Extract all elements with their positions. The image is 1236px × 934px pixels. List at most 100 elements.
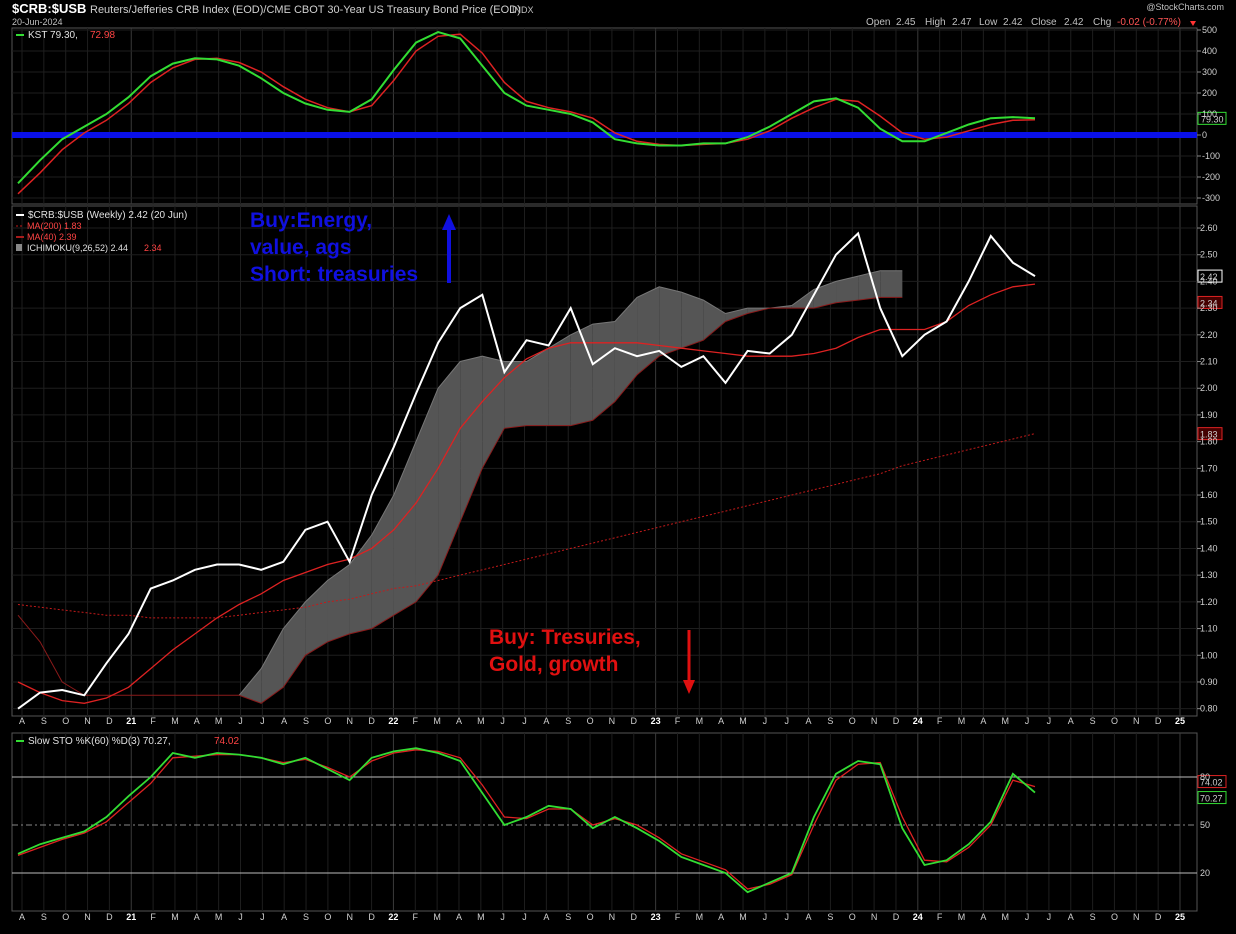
ichimoku-cloud-segment [460,356,483,522]
x-tick-label: M [1001,912,1009,922]
kst-legend: KST 79.30, 72.98 [16,30,115,41]
x-tick-label: M [171,912,179,922]
x-tick-label: O [62,716,69,726]
x-tick-label: S [303,912,309,922]
x-tick-label: J [500,716,505,726]
x-tick-label: J [260,716,265,726]
price-y-tick-label: 1.20 [1200,597,1218,607]
x-tick-label: A [543,716,549,726]
x-tick-label: 24 [913,716,923,726]
kst-layer: 79.30 [12,31,1227,195]
x-tick-label: S [565,912,571,922]
x-tick-label: D [631,716,638,726]
x-tick-label: M [696,716,704,726]
x-tick-label: 25 [1175,912,1185,922]
price-y-tick-label: 1.50 [1200,517,1218,527]
x-tick-label: N [871,912,878,922]
x-tick-label: S [41,716,47,726]
x-tick-label: M [171,716,179,726]
x-tick-label: O [587,912,594,922]
x-tick-label: N [609,912,616,922]
x-tick-label: J [1025,912,1030,922]
price-y-tick-label: 1.90 [1200,410,1218,420]
kst-y-tick-label: 300 [1202,67,1217,77]
kst-line [17,31,1036,184]
x-tick-label: S [1090,716,1096,726]
x-tick-label: D [1155,716,1162,726]
sto-y-tick-label: 20 [1200,868,1210,878]
price-y-tick-label: 2.00 [1200,383,1218,393]
x-tick-label: N [346,716,353,726]
x-tick-label: F [150,912,156,922]
x-tick-label: A [980,716,986,726]
ichimoku-cloud-segment [880,270,903,298]
x-tick-label: A [1068,912,1074,922]
sto-legend: Slow STO %K(60) %D(3) 70.27, 74.02 [16,736,239,747]
ichimoku-cloud-segment [570,324,593,426]
ichimoku-cloud-segment [504,361,527,429]
x-tick-label: A [456,912,462,922]
x-tick-label: S [303,716,309,726]
x-tick-label: F [937,912,943,922]
price-y-tick-label: 2.30 [1200,303,1218,313]
price-legend-label: $CRB:$USB (Weekly) 2.42 (20 Jun) [28,210,187,221]
x-tick-label: M [958,716,966,726]
kst-y-tick-label: 200 [1202,88,1217,98]
x-tick-label: D [106,716,113,726]
ichimoku-cloud-segment [438,361,461,576]
ma40-legend-label: MA(40) 2.39 [27,232,77,242]
x-tick-label: O [1111,912,1118,922]
x-tick-label: A [281,716,287,726]
x-tick-label: A [543,912,549,922]
x-tick-label: S [827,912,833,922]
ichimoku-cloud-segment [703,300,726,341]
symbol-description: Reuters/Jefferies CRB Index (EOD)/CME CB… [90,4,521,16]
axis-layer: A A S S O O N N D D 21 21 F F M M A A M M J J J J A A S S O O N N D D 22 22… [19,25,1220,922]
exchange-label: INDX [512,5,534,15]
x-tick-label: A [980,912,986,922]
x-tick-label: A [194,912,200,922]
ohlc-readout: Open 2.45 High 2.47 Low 2.42 Close 2.42 … [866,17,1196,28]
x-tick-label: J [763,716,768,726]
x-tick-label: S [565,716,571,726]
x-tick-label: 25 [1175,716,1185,726]
x-tick-label: N [346,912,353,922]
x-tick-label: M [958,912,966,922]
kst-panel-frame [11,27,1198,205]
annotation-buy-treasuries: Buy: Tresuries, Gold, growth [489,626,695,694]
x-tick-label: O [587,716,594,726]
sto-legend-label: Slow STO %K(60) %D(3) 70.27, [28,736,171,747]
x-tick-label: A [718,716,724,726]
price-y-tick-label: 0.90 [1200,677,1218,687]
ichimoku-cloud-segment [482,356,505,469]
annotation-buy-energy-line1: Buy:Energy, [250,209,372,232]
x-tick-label: F [937,716,943,726]
x-tick-label: A [456,716,462,726]
close-label: Close [1031,17,1057,28]
x-tick-label: M [477,716,485,726]
sto-legend-d: 74.02 [214,736,239,747]
open-value: 2.45 [896,17,916,28]
x-tick-label: M [477,912,485,922]
x-tick-label: S [1090,912,1096,922]
x-tick-label: A [806,716,812,726]
x-tick-label: N [84,912,91,922]
x-tick-label: M [215,912,223,922]
high-value: 2.47 [952,17,972,28]
x-tick-label: 21 [126,716,136,726]
x-tick-label: D [368,716,375,726]
x-tick-label: J [238,716,243,726]
kst-y-tick-label: 400 [1202,46,1217,56]
x-tick-label: O [324,912,331,922]
stockcharts-chart: $CRB:$USB Reuters/Jefferies CRB Index (E… [11,1,1227,922]
x-tick-label: M [1001,716,1009,726]
chg-label: Chg [1093,17,1111,28]
x-tick-label: M [696,912,704,922]
chg-value: -0.02 (-0.77%) [1117,17,1181,28]
x-tick-label: J [1047,716,1052,726]
watermark: @StockCharts.com [1146,2,1224,12]
x-tick-label: J [1025,716,1030,726]
price-y-tick-label: 2.50 [1200,250,1218,260]
ichimoku-cloud-segment [327,564,350,642]
x-tick-label: F [675,912,681,922]
